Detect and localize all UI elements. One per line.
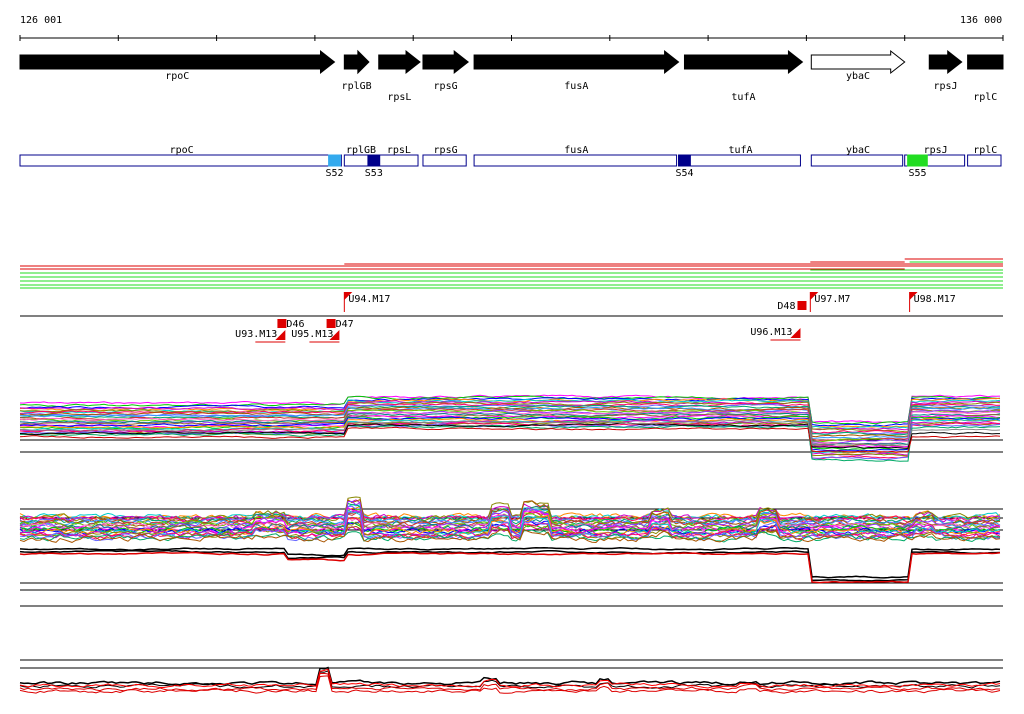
gene-box-fusA <box>473 154 678 167</box>
marker-label-U96.M13: U96.M13 <box>750 327 792 338</box>
site-S54 <box>678 154 691 167</box>
gene-arrow-tufA <box>683 49 804 75</box>
gene-arrow-rplGB <box>343 49 370 75</box>
gene-arrow-track: rpoC rplGB rpsL rpsG fusA tufA ybaC rpsJ rplC <box>19 49 1004 103</box>
site-S55 <box>907 154 928 167</box>
gene-label-rplC: rplC <box>973 92 997 103</box>
gene-box-track: rpoC rplGB rpsL rpsG fusA tufA ybaC rpsJ rplC S52… <box>19 145 1002 179</box>
gene-box-rpsG <box>422 154 467 167</box>
site-label-S53: S53 <box>365 168 383 179</box>
gene-box-label-tufA: tufA <box>728 145 752 156</box>
gene-arrow-rpoC <box>19 49 336 75</box>
site-label-S55: S55 <box>908 168 926 179</box>
gene-box-label-rplC: rplC <box>973 145 997 156</box>
panel2-series <box>19 551 1001 584</box>
genome-browser-canvas: 126 001 136 000 rpoC rplGB rpsL rpsG fusA tuf… <box>19 15 1004 694</box>
gene-arrow-rplC <box>967 54 1004 70</box>
gene-box-label-ybaC: ybaC <box>846 145 870 156</box>
marker-box <box>797 301 807 310</box>
scale-end-label: 136 000 <box>960 15 1002 26</box>
gene-box-label-rpsL: rpsL <box>387 145 411 156</box>
marker-label-U97.M7: U97.M7 <box>814 294 850 305</box>
panel3-series <box>19 666 1001 686</box>
marker-label-U95.M13: U95.M13 <box>291 329 333 340</box>
gene-box-ybaC <box>810 154 904 167</box>
gene-label-rpsG: rpsG <box>434 81 458 92</box>
marker-label-U93.M13: U93.M13 <box>235 329 277 340</box>
panel3-series <box>19 670 1001 689</box>
site-label-S54: S54 <box>675 168 693 179</box>
gene-arrow-fusA <box>473 49 680 75</box>
site-S52 <box>328 154 341 167</box>
marker-box <box>326 319 336 328</box>
gene-box-rplC <box>967 154 1002 167</box>
gene-label-rplGB: rplGB <box>342 81 372 92</box>
gene-label-rpsJ: rpsJ <box>933 81 957 92</box>
signal-panel-2 <box>19 496 1003 607</box>
marker-label-U94.M17: U94.M17 <box>348 294 390 305</box>
gene-box-label-rpsJ: rpsJ <box>924 145 948 156</box>
gene-label-rpsL: rpsL <box>387 92 411 103</box>
gene-box-label-rpoC: rpoC <box>170 145 194 156</box>
scale-start-label: 126 001 <box>20 15 62 26</box>
gene-label-fusA: fusA <box>564 81 588 92</box>
marker-label-U98.M17: U98.M17 <box>914 294 956 305</box>
gene-arrow-rpsG <box>422 49 470 75</box>
gene-box-rpsL <box>377 154 419 167</box>
gene-box-label-rpsG: rpsG <box>434 145 458 156</box>
gene-box-tufA <box>678 154 801 167</box>
gene-label-ybaC: ybaC <box>846 71 870 82</box>
gene-box-rpoC <box>19 154 342 167</box>
marker-label-D47: D47 <box>336 319 354 330</box>
site-label-S52: S52 <box>325 168 343 179</box>
gene-arrow-rpsL <box>378 49 421 75</box>
read-line-track <box>20 258 1003 289</box>
gene-arrow-ybaC <box>810 49 906 75</box>
gene-label-tufA: tufA <box>731 92 755 103</box>
signal-panel-1 <box>19 394 1003 462</box>
gene-box-label-rplGB: rplGB <box>346 145 376 156</box>
coordinate-ruler: 126 001 136 000 <box>19 15 1004 41</box>
signal-panel-3 <box>19 659 1003 694</box>
site-S53 <box>367 154 381 167</box>
gene-box-label-fusA: fusA <box>564 145 588 156</box>
gene-label-rpoC: rpoC <box>165 71 189 82</box>
gene-arrow-rpsJ <box>928 49 963 75</box>
marker-label-D48: D48 <box>777 301 795 312</box>
marker-track: U94.M17 U97.M7 U98.M17U93.M13D46U95.M13D47… <box>20 292 1003 343</box>
marker-box <box>277 319 287 328</box>
